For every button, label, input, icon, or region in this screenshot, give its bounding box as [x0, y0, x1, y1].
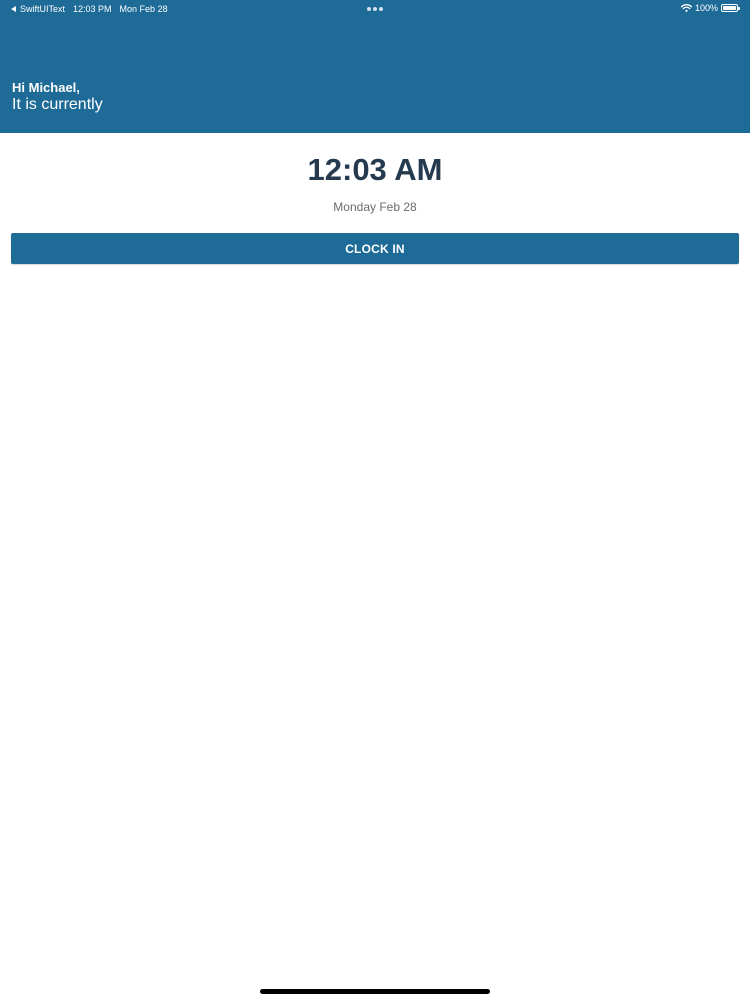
home-indicator[interactable]	[260, 989, 490, 994]
back-app-label: SwiftUIText	[20, 4, 66, 14]
current-time: 12:03 AM	[307, 152, 443, 187]
status-indicators: 100%	[680, 3, 740, 13]
clock-in-button[interactable]: CLOCK IN	[11, 233, 739, 264]
status-time: 12:03 PM	[73, 4, 112, 14]
header-banner: SwiftUIText 12:03 PM Mon Feb 28 100% Hi …	[0, 0, 750, 133]
current-date: Monday Feb 28	[333, 200, 417, 214]
battery-percent: 100%	[694, 3, 718, 13]
greeting-text: Hi Michael,	[12, 80, 80, 95]
back-arrow-icon	[11, 6, 16, 12]
status-bar: SwiftUIText 12:03 PM Mon Feb 28 100%	[0, 0, 750, 18]
battery-icon	[721, 4, 740, 12]
wifi-icon	[680, 4, 692, 12]
status-date: Mon Feb 28	[119, 4, 168, 14]
multitasking-dots-icon[interactable]	[367, 7, 383, 11]
subtitle-text: It is currently	[12, 96, 103, 113]
back-to-app-link[interactable]: SwiftUIText 12:03 PM Mon Feb 28	[11, 4, 168, 14]
app-screen: SwiftUIText 12:03 PM Mon Feb 28 100% Hi …	[0, 0, 750, 1000]
